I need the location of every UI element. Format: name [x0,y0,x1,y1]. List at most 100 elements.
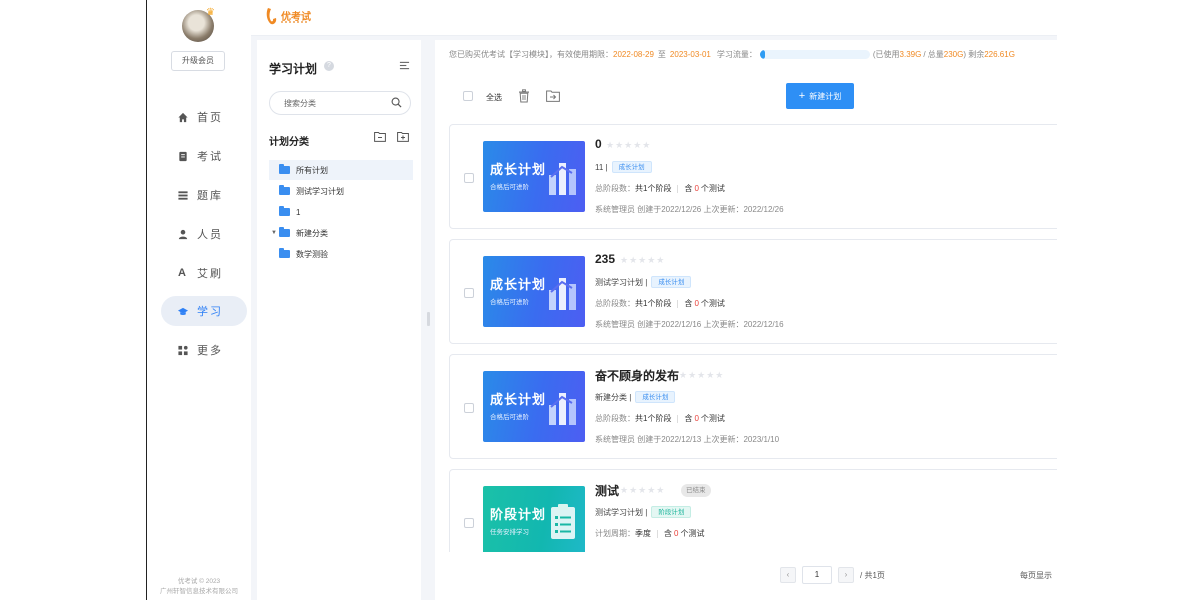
new-plan-label: 新建计划 [809,91,842,101]
plan-card[interactable]: 成长计划 合格后可进阶 235 ★★★★★ 测试学习计划 | 成长计划 总阶段数… [449,239,1057,344]
divider [677,414,679,423]
new-plan-button[interactable]: + 新建计划 [786,83,854,109]
app-root: ♛ 升级会员 首页 考试 题库 人员 A 艾刷 学习 更多 优考试 © 2023… [0,0,1200,600]
plan-card[interactable]: 成长计划 合格后可进阶 奋不顾身的发布 ★★★★★ 新建分类 | 成长计划 总阶… [449,354,1057,459]
contains-prefix: 含 [684,414,693,423]
test-count: 0 [694,414,699,423]
question-bank-icon [178,190,188,200]
search-icon[interactable] [391,97,402,108]
stage-label: 总阶段数： [595,414,635,423]
footer-copyright: 优考试 © 2023 [177,578,221,585]
tree-item-new-category[interactable]: ▼ 新建分类 [269,223,413,243]
plan-title[interactable]: 235 [595,252,615,266]
test-count: 0 [674,529,679,538]
nav-item-home[interactable]: 首页 [161,102,247,132]
plus-icon: + [798,90,806,102]
folder-icon [279,227,290,237]
folder-icon [279,206,290,216]
stage-label: 计划周期： [595,529,635,538]
prev-page-button[interactable]: ‹ [780,567,796,583]
flow-progress-fill [759,50,766,59]
plan-checkbox[interactable] [464,403,474,413]
clipboard-icon [551,504,575,539]
nav-item-brush[interactable]: A 艾刷 [161,258,247,288]
rating-stars-icon: ★★★★★ [620,255,666,265]
plan-cover[interactable]: 成长计划 合格后可进阶 [483,141,585,212]
panel-title: 学习计划 [269,62,318,76]
main-content: 您已购买优考试【学习模块】，有效使用期限： 2022-08-29 至 2023-… [435,40,1057,600]
plan-title[interactable]: 0 [595,137,602,151]
tree-item-label: 数学测验 [296,249,328,259]
plan-title[interactable]: 奋不顾身的发布 [595,367,679,384]
search-input[interactable] [284,92,384,114]
divider [677,299,679,308]
plan-category: 新建分类 [595,392,627,402]
test-count: 0 [694,184,699,193]
plan-card[interactable]: 阶段计划 任务安排学习 测试 ★★★★★ 已结束 测试学习计划 | 阶段计划 计… [449,469,1057,552]
notice-used: 3.39G [899,50,922,59]
nav-item-exam[interactable]: 考试 [161,141,247,171]
tree-item-test-plan[interactable]: 测试学习计划 [269,181,413,201]
nav-item-label: 更多 [197,345,223,357]
stage-count: 共1个阶段 [635,414,672,423]
nav-item-question-bank[interactable]: 题库 [161,180,247,210]
plan-card[interactable]: 成长计划 合格后可进阶 0 ★★★★★ 11 | 成长计划 总阶段数： 共1个阶… [449,124,1057,229]
plan-stage-line: 总阶段数： 共1个阶段 含 0 个测试 [595,298,725,309]
trash-icon[interactable] [518,89,530,103]
notice-total: 230G [943,50,964,59]
exam-icon [179,151,187,161]
tree-item-1[interactable]: 1 [269,202,413,222]
plan-checkbox[interactable] [464,518,474,528]
collapse-list-icon[interactable] [399,60,410,71]
nav-item-more[interactable]: 更多 [161,335,247,365]
plan-type-tag: 成长计划 [635,391,676,403]
cover-subtitle: 合格后可进阶 [490,299,529,306]
panel-resize-handle[interactable] [427,312,430,326]
nav-item-label: 艾刷 [197,268,223,280]
plan-checkbox[interactable] [464,173,474,183]
divider [657,529,658,538]
folder-icon [279,164,290,174]
plan-list: 成长计划 合格后可进阶 0 ★★★★★ 11 | 成长计划 总阶段数： 共1个阶… [449,124,1057,552]
folder-icon [279,248,290,258]
contains-suffix: 个测试 [700,414,725,423]
plan-cover[interactable]: 成长计划 合格后可进阶 [483,371,585,442]
notice-start-date: 2022-08-29 [613,50,654,59]
folder-collapse-icon[interactable] [374,131,386,142]
rating-stars-icon: ★★★★★ [679,370,725,380]
plan-category: 测试学习计划 [595,507,643,517]
plan-cover[interactable]: 成长计划 合格后可进阶 [483,256,585,327]
person-icon [178,229,188,239]
nav-item-study[interactable]: 学习 [161,296,247,326]
subscription-notice: 您已购买优考试【学习模块】，有效使用期限： 2022-08-29 至 2023-… [449,49,1015,60]
plan-title[interactable]: 测试 [595,482,619,499]
crown-icon: ♛ [206,7,215,18]
tree-item-math-quiz[interactable]: 数学测验 [269,244,413,264]
nav-item-person[interactable]: 人员 [161,219,247,249]
page-input[interactable]: 1 [802,566,832,584]
top-header: 优考试 [251,0,1057,36]
caret-down-icon[interactable]: ▼ [269,230,279,236]
category-search [269,91,411,115]
plan-category-line: 新建分类 | 成长计划 [595,391,676,403]
move-to-folder-icon[interactable] [546,90,560,102]
plan-category-line: 11 | 成长计划 [595,161,652,173]
bar-chart-icon [549,278,576,310]
plan-category-line: 测试学习计划 | 阶段计划 [595,506,692,518]
tree-item-all-plans[interactable]: 所有计划 [269,160,413,180]
contains-prefix: 含 [664,529,672,538]
plan-checkbox[interactable] [464,288,474,298]
folder-add-icon[interactable] [397,131,409,142]
next-page-button[interactable]: › [838,567,854,583]
select-all-checkbox[interactable] [463,91,473,101]
plan-meta: 系统管理员 创建于2022/12/16 上次更新：2022/12/16 [595,320,784,329]
help-icon[interactable]: ? [324,61,334,71]
test-count: 0 [694,299,699,308]
stage-count: 共1个阶段 [635,299,672,308]
plan-cover[interactable]: 阶段计划 任务安排学习 [483,486,585,552]
nav-item-label: 首页 [197,112,223,124]
upgrade-button[interactable]: 升级会员 [171,51,225,71]
cover-title: 成长计划 [490,392,547,407]
select-all-label[interactable]: 全选 [486,92,502,103]
notice-used-prefix: (已使用 [872,50,900,59]
